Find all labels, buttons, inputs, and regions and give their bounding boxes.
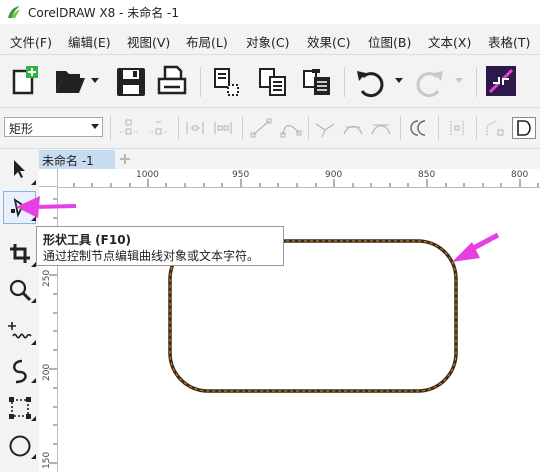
menu-object[interactable]: 对象(C) xyxy=(246,32,289,51)
ruler-label: 1000 xyxy=(136,170,159,180)
zoom-tool-icon[interactable] xyxy=(8,278,32,302)
flyout-arrow-icon xyxy=(31,378,36,383)
tooltip-title: 形状工具 (F10) xyxy=(43,233,132,247)
title-bar: CorelDRAW X8 - 未命名 -1 xyxy=(0,0,540,24)
toolbar-separator xyxy=(200,67,201,97)
ruler-label: 850 xyxy=(418,170,436,180)
chevron-down-icon xyxy=(91,124,99,129)
pointer-arrow-icon xyxy=(452,232,500,262)
symmetrical-node-icon[interactable] xyxy=(370,118,392,138)
ruler-label: 250 xyxy=(42,269,52,287)
flyout-arrow-icon xyxy=(31,180,36,185)
cusp-node-icon[interactable] xyxy=(314,118,336,138)
to-curve-icon[interactable] xyxy=(280,118,302,138)
menu-view[interactable]: 视图(V) xyxy=(127,32,170,51)
toolbar-separator xyxy=(438,116,439,140)
close-curve-icon[interactable] xyxy=(512,117,536,139)
break-curve-icon[interactable] xyxy=(212,118,234,138)
artistic-media-icon[interactable] xyxy=(8,358,32,384)
to-line-icon[interactable] xyxy=(250,118,272,138)
add-node-icon[interactable] xyxy=(118,118,140,138)
redo-dropdown-arrow-icon[interactable] xyxy=(454,77,464,85)
crop-tool-icon[interactable] xyxy=(8,242,32,264)
menu-file[interactable]: 文件(F) xyxy=(10,32,52,51)
flyout-arrow-icon xyxy=(31,416,36,421)
coreldraw-app-icon xyxy=(8,6,20,18)
menu-text[interactable]: 文本(X) xyxy=(428,32,471,51)
pointer-arrow-icon xyxy=(16,196,77,218)
toolbar-separator xyxy=(476,67,477,97)
align-icon[interactable] xyxy=(486,66,516,96)
tooltip-description: 通过控制节点编辑曲线对象或文本字符。 xyxy=(43,249,260,263)
pick-tool-icon[interactable] xyxy=(10,158,30,180)
flyout-arrow-icon xyxy=(31,298,36,303)
ruler-label: 900 xyxy=(325,170,343,180)
import-icon[interactable] xyxy=(212,67,242,97)
flyout-arrow-icon xyxy=(31,454,36,459)
tab-untitled-1[interactable]: 未命名 -1 xyxy=(39,150,115,169)
delete-node-icon[interactable] xyxy=(148,118,170,138)
toolbar-separator xyxy=(110,116,111,140)
toolbar-separator xyxy=(308,116,309,140)
menu-effects[interactable]: 效果(C) xyxy=(307,32,350,51)
property-bar: 矩形 xyxy=(0,108,540,149)
join-nodes-icon[interactable] xyxy=(184,118,206,138)
toolbar-separator xyxy=(242,116,243,140)
ellipse-tool-icon[interactable] xyxy=(8,434,32,458)
extend-curve-icon[interactable] xyxy=(446,118,468,138)
ruler-label: 200 xyxy=(42,363,52,381)
export-icon[interactable] xyxy=(258,67,288,97)
redo-icon[interactable] xyxy=(414,67,446,99)
menu-edit[interactable]: 编辑(E) xyxy=(68,32,111,51)
freehand-tool-icon[interactable] xyxy=(7,320,33,344)
toolbar-separator xyxy=(476,116,477,140)
extract-subpath-icon[interactable] xyxy=(484,118,506,138)
flyout-arrow-icon xyxy=(31,340,36,345)
ruler-origin[interactable] xyxy=(39,169,58,187)
window-title: CorelDRAW X8 - 未命名 -1 xyxy=(28,6,180,20)
rectangle-tool-icon[interactable] xyxy=(8,396,32,420)
undo-dropdown-arrow-icon[interactable] xyxy=(394,77,404,85)
toolbar-separator xyxy=(344,67,345,97)
menu-bar: 文件(F) 编辑(E) 视图(V) 布局(L) 对象(C) 效果(C) 位图(B… xyxy=(0,24,540,55)
horizontal-ruler[interactable]: 1000 950 900 850 800 xyxy=(58,169,540,188)
ruler-label: 800 xyxy=(511,170,529,180)
tab-label: 未命名 -1 xyxy=(42,154,94,168)
ruler-ticks xyxy=(73,179,539,187)
print-icon[interactable] xyxy=(156,65,188,97)
menu-table[interactable]: 表格(T) xyxy=(488,32,530,51)
tooltip: 形状工具 (F10) 通过控制节点编辑曲线对象或文本字符。 xyxy=(36,226,284,266)
shape-type-value: 矩形 xyxy=(9,122,34,136)
toolbar-separator xyxy=(400,116,401,140)
standard-toolbar xyxy=(0,55,540,108)
save-icon[interactable] xyxy=(116,67,146,97)
smooth-node-icon[interactable] xyxy=(342,118,364,138)
add-tab-icon[interactable] xyxy=(119,153,131,165)
menu-layout[interactable]: 布局(L) xyxy=(186,32,228,51)
shape-type-select[interactable]: 矩形 xyxy=(4,117,103,137)
publish-pdf-icon[interactable] xyxy=(302,67,332,97)
new-document-icon[interactable] xyxy=(8,65,40,97)
ruler-label: 150 xyxy=(42,451,52,469)
open-folder-icon[interactable] xyxy=(54,67,86,95)
reverse-direction-icon[interactable] xyxy=(408,118,430,138)
toolbar-separator xyxy=(178,116,179,140)
open-dropdown-arrow-icon[interactable] xyxy=(90,77,100,85)
document-tabs: 未命名 -1 xyxy=(39,150,540,169)
ruler-label: 950 xyxy=(232,170,250,180)
menu-bitmaps[interactable]: 位图(B) xyxy=(368,32,411,51)
undo-icon[interactable] xyxy=(354,67,386,99)
